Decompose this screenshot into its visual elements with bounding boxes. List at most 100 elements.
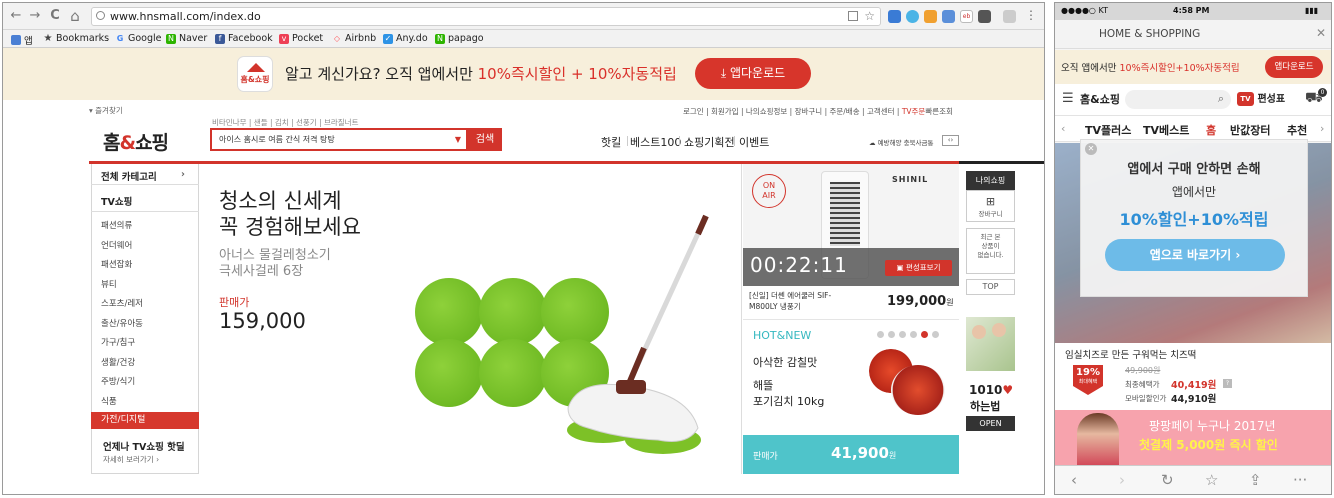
nav-special[interactable]: 쇼핑기획전: [684, 134, 735, 150]
search-icon[interactable]: ⌕: [1218, 92, 1224, 106]
extension-icon[interactable]: [888, 10, 901, 23]
app-download-button[interactable]: ⤓ 앱다운로드: [695, 58, 811, 89]
carousel-dot[interactable]: [932, 331, 939, 338]
extension-icon[interactable]: [924, 10, 937, 23]
bookmark-apps[interactable]: 앱: [11, 33, 33, 47]
category-item[interactable]: 패션의류: [101, 219, 132, 231]
bookmark-papago[interactable]: Npapago: [435, 33, 484, 44]
forward-icon[interactable]: ›: [1119, 471, 1125, 489]
ebay-extension-icon[interactable]: eb: [960, 10, 973, 23]
extension-icon[interactable]: [942, 10, 955, 23]
hero-subtitle: 아너스 물걸레청소기 극세사걸레 6장: [219, 248, 331, 280]
reload-icon[interactable]: ↻: [1161, 471, 1174, 489]
site-logo[interactable]: 홈&쇼핑: [103, 128, 169, 155]
carousel-dot[interactable]: [888, 331, 895, 338]
category-item[interactable]: 가구/침구: [101, 336, 135, 348]
broadcast-timer: 00:22:11: [750, 253, 848, 277]
nav-hotkill[interactable]: 핫킬: [601, 134, 621, 150]
promo-link[interactable]: 자세히 보러가기 ›: [103, 454, 159, 465]
category-item[interactable]: 언더웨어: [101, 239, 132, 251]
page-action-icon[interactable]: [848, 11, 858, 21]
carousel-dots[interactable]: [877, 331, 939, 338]
quick-links[interactable]: 비타민나무 | 샌들 | 김치 | 선풍기 | 브라질너트: [212, 117, 358, 128]
mobile-download-button[interactable]: 앱다운로드: [1265, 56, 1323, 78]
category-item[interactable]: 뷰티: [101, 278, 117, 290]
back-icon[interactable]: ‹: [1071, 471, 1077, 489]
hero-subtitle-line: 아너스 물걸레청소기: [219, 248, 331, 263]
carousel-dot[interactable]: [899, 331, 906, 338]
category-item[interactable]: 스포츠/레저: [101, 297, 143, 309]
category-item[interactable]: 주방/식기: [101, 375, 135, 387]
bookmark-anydo[interactable]: ✓ Any.do: [383, 33, 428, 44]
weather-arrows[interactable]: ‹›: [942, 135, 959, 146]
ad-1010[interactable]: 1010♥: [969, 383, 1013, 397]
anydo-icon: ✓: [383, 33, 393, 44]
more-icon[interactable]: ···: [1293, 471, 1307, 489]
product-line: 포기김치 10kg: [753, 395, 825, 408]
caret-down-icon[interactable]: ▼: [455, 130, 461, 149]
favorites-link[interactable]: ▾ 즐겨찾기: [89, 105, 123, 116]
address-bar[interactable]: www.hnsmall.com/index.do ☆: [91, 7, 881, 26]
chevron-left-icon[interactable]: ‹: [1061, 122, 1065, 135]
mobile-logo[interactable]: 홈&쇼핑: [1080, 91, 1120, 107]
popup-close-icon[interactable]: ✕: [1085, 143, 1097, 155]
extension-icon[interactable]: [1003, 10, 1016, 23]
extension-icon[interactable]: [906, 10, 919, 23]
bookmark-pocket[interactable]: v Pocket: [279, 33, 323, 44]
tv-shopping-link[interactable]: TV쇼핑: [101, 194, 132, 208]
bookmark-airbnb[interactable]: ◇ Airbnb: [332, 33, 376, 44]
menu-icon[interactable]: ⋮: [1025, 8, 1037, 22]
tab-half-price[interactable]: 반값장터: [1230, 122, 1270, 138]
share-icon[interactable]: ⇪: [1249, 471, 1262, 489]
hamburger-icon[interactable]: ☰: [1062, 91, 1074, 106]
reload-icon[interactable]: C: [48, 9, 62, 23]
info-icon[interactable]: ?: [1223, 379, 1232, 388]
bookmark-google[interactable]: G Google: [115, 33, 162, 44]
search-button[interactable]: 검색: [468, 128, 502, 151]
close-icon[interactable]: ✕: [1316, 26, 1326, 40]
nav-best100[interactable]: 베스트100: [630, 134, 681, 150]
home-icon[interactable]: ⌂: [68, 9, 82, 24]
schedule-button[interactable]: ▣ 편성표보기: [885, 260, 952, 276]
bookmark-facebook[interactable]: f Facebook: [215, 33, 273, 44]
open-button[interactable]: OPEN: [966, 416, 1015, 431]
nav-event[interactable]: 이벤트: [739, 134, 769, 150]
open-app-button[interactable]: 앱으로 바로가기 ›: [1105, 239, 1285, 271]
bookmark-naver[interactable]: N Naver: [166, 33, 207, 44]
mobile-schedule-link[interactable]: TV 편성표: [1237, 90, 1287, 109]
mobile-search-input[interactable]: ⌕: [1125, 90, 1231, 109]
bookmark-star-icon[interactable]: ☆: [864, 8, 875, 25]
status-bar: ●●●●○ KT 4:58 PM ▮▮▮: [1055, 3, 1331, 20]
carousel-dot[interactable]: [910, 331, 917, 338]
tab-tvplus[interactable]: TV플러스: [1085, 122, 1131, 138]
carousel-dot-active[interactable]: [921, 331, 928, 338]
chevron-right-icon[interactable]: ›: [1320, 122, 1324, 135]
bookmark-bookmarks[interactable]: ★ Bookmarks: [43, 33, 110, 44]
tab-home[interactable]: 홈: [1206, 122, 1216, 138]
info-icon[interactable]: [96, 11, 105, 20]
category-item[interactable]: 패션잡화: [101, 258, 132, 270]
carousel-dot[interactable]: [877, 331, 884, 338]
tab-tvbest[interactable]: TV베스트: [1143, 122, 1189, 138]
promo-title[interactable]: 언제나 TV쇼핑 핫딜: [103, 439, 185, 453]
cart-icon: ⊞: [985, 195, 996, 208]
top-button[interactable]: TOP: [966, 279, 1015, 295]
cart-link[interactable]: ⊞ 장바구니: [966, 190, 1015, 222]
category-item[interactable]: 출산/유아동: [101, 317, 143, 329]
back-icon[interactable]: ←: [9, 9, 23, 23]
util-links[interactable]: 로그인 | 회원가입 | 나의쇼핑정보 | 장바구니 | 주문/배송 | 고객센…: [683, 106, 953, 117]
category-item[interactable]: 생활/건강: [101, 356, 135, 368]
bookmark-icon[interactable]: ☆: [1205, 471, 1218, 489]
tab-recommend[interactable]: 추천: [1287, 122, 1307, 138]
ad-people-image[interactable]: [966, 317, 1015, 371]
quick-lookup-link[interactable]: 빠른조회: [925, 107, 953, 116]
category-item-active[interactable]: 가전/디지털: [91, 412, 199, 429]
pocket-extension-icon[interactable]: [978, 10, 991, 23]
all-categories[interactable]: 전체 카테고리 ›: [101, 169, 185, 183]
category-item[interactable]: 식품: [101, 395, 117, 407]
schedule-label: 편성표보기: [905, 263, 941, 272]
my-shopping-label[interactable]: 나의쇼핑: [966, 171, 1015, 190]
search-input[interactable]: 아이스 홈시로 여름 간식 저격 탕탕 ▼: [210, 128, 468, 151]
tv-order-link[interactable]: TV주문: [902, 107, 926, 116]
forward-icon[interactable]: →: [28, 9, 42, 23]
